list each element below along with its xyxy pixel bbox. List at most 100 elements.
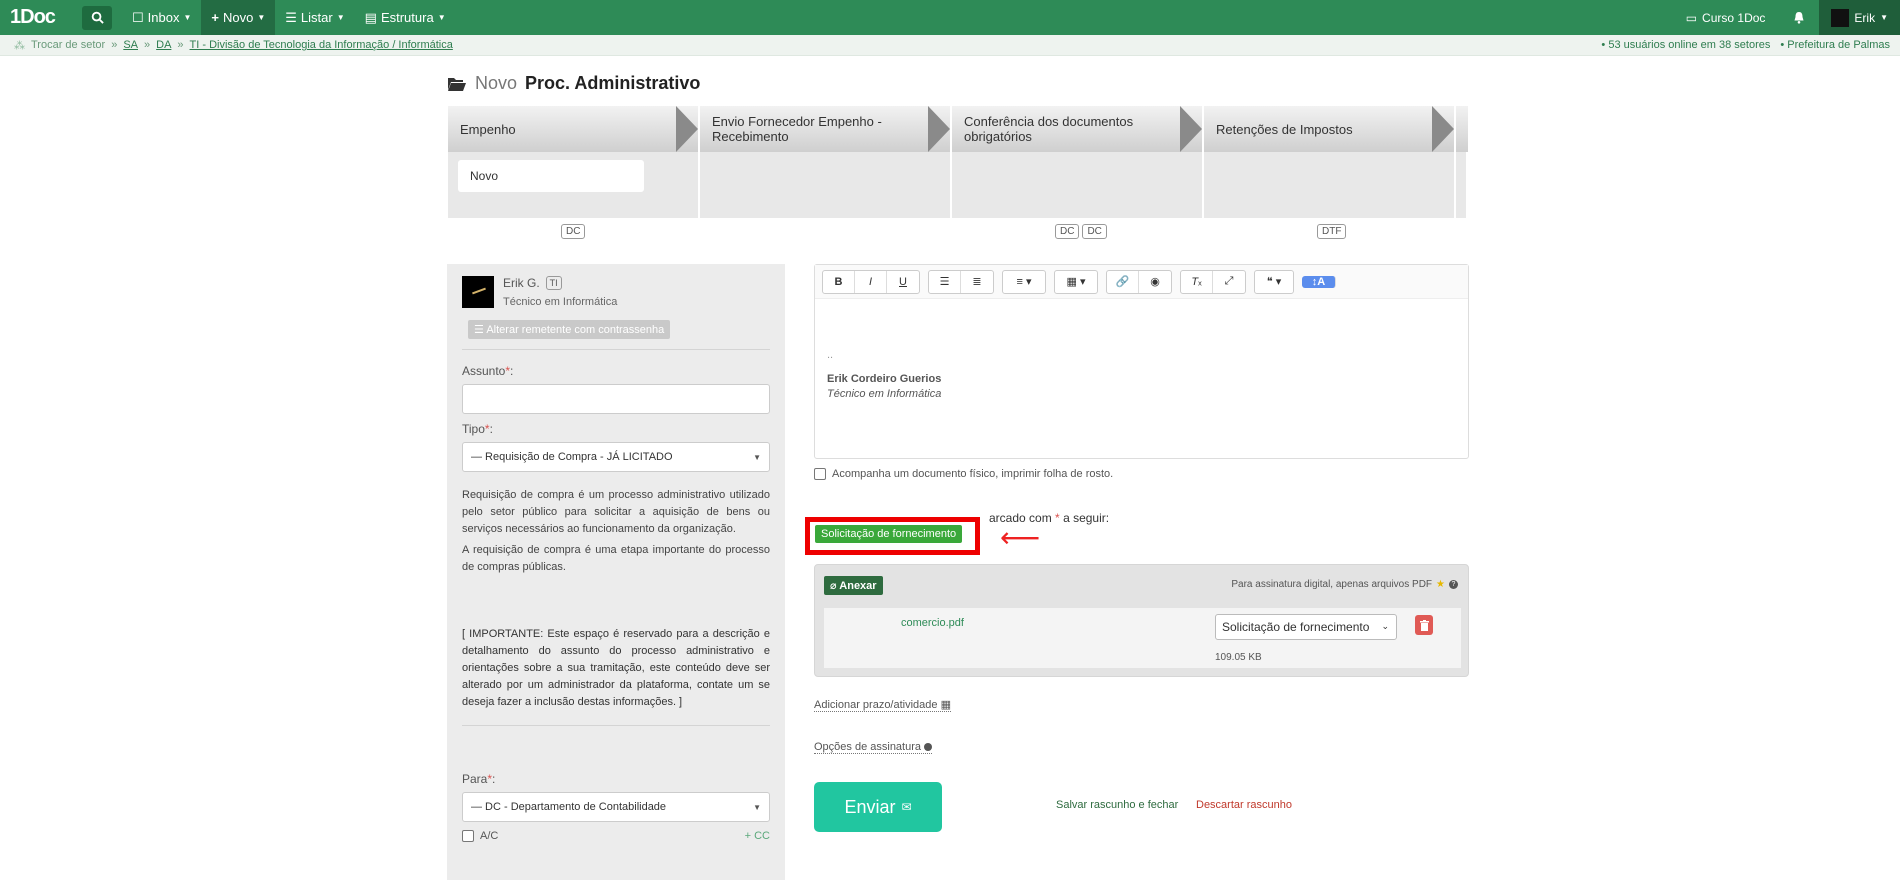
search-icon [91,11,104,24]
workflow-steps: Empenho Novo Envio Fornecedor Empenho - … [448,106,1468,218]
pdf-note: Para assinatura digital, apenas arquivos… [1231,579,1458,590]
clear-format-button[interactable]: Tₓ [1181,270,1213,293]
arrow-left-icon: ⟵ [1000,522,1041,553]
caret-down-icon: ▼ [336,13,345,22]
highlight-box [805,517,980,555]
caret-down-icon: ▼ [753,803,761,812]
editor-body[interactable]: .. Erik Cordeiro Guerios Técnico em Info… [815,299,1468,400]
rich-text-editor: B I U ☰ ≣ ≡ ▾ ▦ ▾ 🔗 ◉ Tₓ ⤢ ❝ ▾ ↕A .. Eri… [814,264,1469,459]
sector-badge: DC [1055,224,1080,239]
caret-down-icon: ▼ [183,13,192,22]
signature-role: Técnico em Informática [827,388,942,400]
avatar [1831,8,1850,27]
font-size-button[interactable]: ↕A [1302,275,1336,288]
preview-button[interactable]: ◉ [1139,271,1171,293]
para-select[interactable]: — DC - Departamento de Contabilidade ▼ [462,792,770,822]
physical-doc-checkbox[interactable] [814,468,826,480]
step-badges-empenho: DC [561,224,586,239]
course-link[interactable]: ▭ Curso 1Doc [1672,0,1780,35]
main-menu: ☐ Inbox ▼ + Novo ▼ ☰ Listar ▼ ▤ Estrutur… [122,0,456,35]
inbox-icon: ☐ [132,9,144,25]
align-dropdown[interactable]: ≡ ▾ [1003,271,1045,293]
para-label: Para*: [462,772,496,786]
paperclip-icon: ⌀ [830,580,837,592]
change-sector-link[interactable]: Trocar de setor [31,39,105,51]
app-logo[interactable]: 1Doc [10,6,70,29]
editor-toolbar: B I U ☰ ≣ ≡ ▾ ▦ ▾ 🔗 ◉ Tₓ ⤢ ❝ ▾ ↕A [815,265,1468,299]
step-card-novo[interactable]: Novo [458,160,644,192]
sender-tag: TI [545,276,562,290]
bell-icon [1794,12,1804,24]
add-deadline-link[interactable]: Adicionar prazo/atividade ▦ [814,698,951,712]
sender-info: Erik G. TI Técnico em Informática [462,276,770,308]
signature-options-link[interactable]: Opções de assinatura [814,741,933,754]
step-envio-fornecedor[interactable]: Envio Fornecedor Empenho - Recebimento [700,106,950,218]
file-row: comercio.pdf Solicitação de fornecimento… [824,608,1461,668]
sector-badge: DC [561,224,586,239]
step-badges-retencoes: DTF [1317,224,1347,239]
assunto-input[interactable] [462,384,770,414]
breadcrumb-da[interactable]: DA [156,39,171,51]
step-retencoes[interactable]: Retenções de Impostos [1204,106,1454,218]
step-conferencia[interactable]: Conferência dos documentos obrigatórios [952,106,1202,218]
calendar-icon: ▦ [940,699,951,711]
delete-file-button[interactable] [1415,615,1433,635]
attach-button[interactable]: ⌀ Anexar [824,576,883,595]
list-icon: ☰ [285,9,297,25]
breadcrumb-ti[interactable]: TI - Divisão de Tecnologia da Informação… [190,39,453,51]
menu-inbox[interactable]: ☐ Inbox ▼ [122,0,201,35]
numbered-list-button[interactable]: ≣ [961,271,993,293]
save-draft-link[interactable]: Salvar rascunho e fechar [1056,799,1178,811]
menu-listar[interactable]: ☰ Listar ▼ [275,0,354,35]
sector-badge: DC [1082,224,1107,239]
discard-draft-link[interactable]: Descartar rascunho [1196,799,1292,811]
italic-button[interactable]: I [855,270,887,293]
building-icon: ▤ [364,9,377,25]
trash-icon [1419,619,1429,631]
tipo-select[interactable]: — Requisição de Compra - JÁ LICITADO ▼ [462,442,770,472]
menu-novo[interactable]: + Novo ▼ [201,0,276,35]
star-icon: ★ [1436,579,1445,590]
send-button[interactable]: Enviar ✉ [814,782,942,832]
signature-name: Erik Cordeiro Guerios [827,373,942,385]
sector-bar: ⁂ Trocar de setor » SA » DA » TI - Divis… [0,35,1900,56]
search-button[interactable] [82,5,112,30]
change-sender-button[interactable]: ☰ Alterar remetente com contrassenha [468,320,671,339]
users-online[interactable]: • 53 usuários online em 38 setores [1601,39,1770,51]
sector-badge: DTF [1317,224,1347,239]
quote-dropdown[interactable]: ❝ ▾ [1255,271,1293,293]
bold-button[interactable]: B [823,270,855,293]
dot-icon [924,743,933,752]
ac-checkbox[interactable] [462,830,474,842]
add-cc-link[interactable]: + CC [745,830,770,842]
sender-name: Erik G. [503,276,540,290]
help-icon[interactable]: ? [1449,580,1458,589]
user-menu[interactable]: Erik ▼ [1819,0,1900,35]
link-button[interactable]: 🔗 [1107,270,1139,293]
table-dropdown[interactable]: ▦ ▾ [1055,271,1097,293]
step-empenho[interactable]: Empenho Novo [448,106,698,218]
breadcrumb-sa[interactable]: SA [123,39,138,51]
envelope-icon: ✉ [901,800,912,814]
topbar-right: ▭ Curso 1Doc Erik ▼ [1672,0,1900,35]
file-name-link[interactable]: comercio.pdf [901,617,964,629]
folder-open-icon [448,77,466,91]
bullet-list-button[interactable]: ☰ [929,270,961,293]
menu-estrutura[interactable]: ▤ Estrutura ▼ [355,0,456,35]
physical-doc-option: Acompanha um documento físico, imprimir … [814,468,1113,480]
assunto-label: Assunto*: [462,364,514,378]
sender-role: Técnico em Informática [503,296,618,308]
step-badges-conferencia: DC DC [1055,224,1107,239]
chevron-down-icon: ⌄ [1381,621,1389,631]
file-type-select[interactable]: Solicitação de fornecimento ⌄ [1215,614,1397,640]
caret-down-icon: ▼ [753,453,761,462]
avatar [462,276,494,308]
laptop-icon: ▭ [1685,10,1698,25]
type-description: Requisição de compra é um processo admin… [462,487,770,711]
step-more [1456,106,1468,218]
org-name[interactable]: • Prefeitura de Palmas [1780,39,1890,51]
file-size: 109.05 KB [1215,652,1262,663]
fullscreen-button[interactable]: ⤢ [1213,271,1245,293]
notifications-button[interactable] [1779,0,1819,35]
underline-button[interactable]: U [887,271,919,293]
